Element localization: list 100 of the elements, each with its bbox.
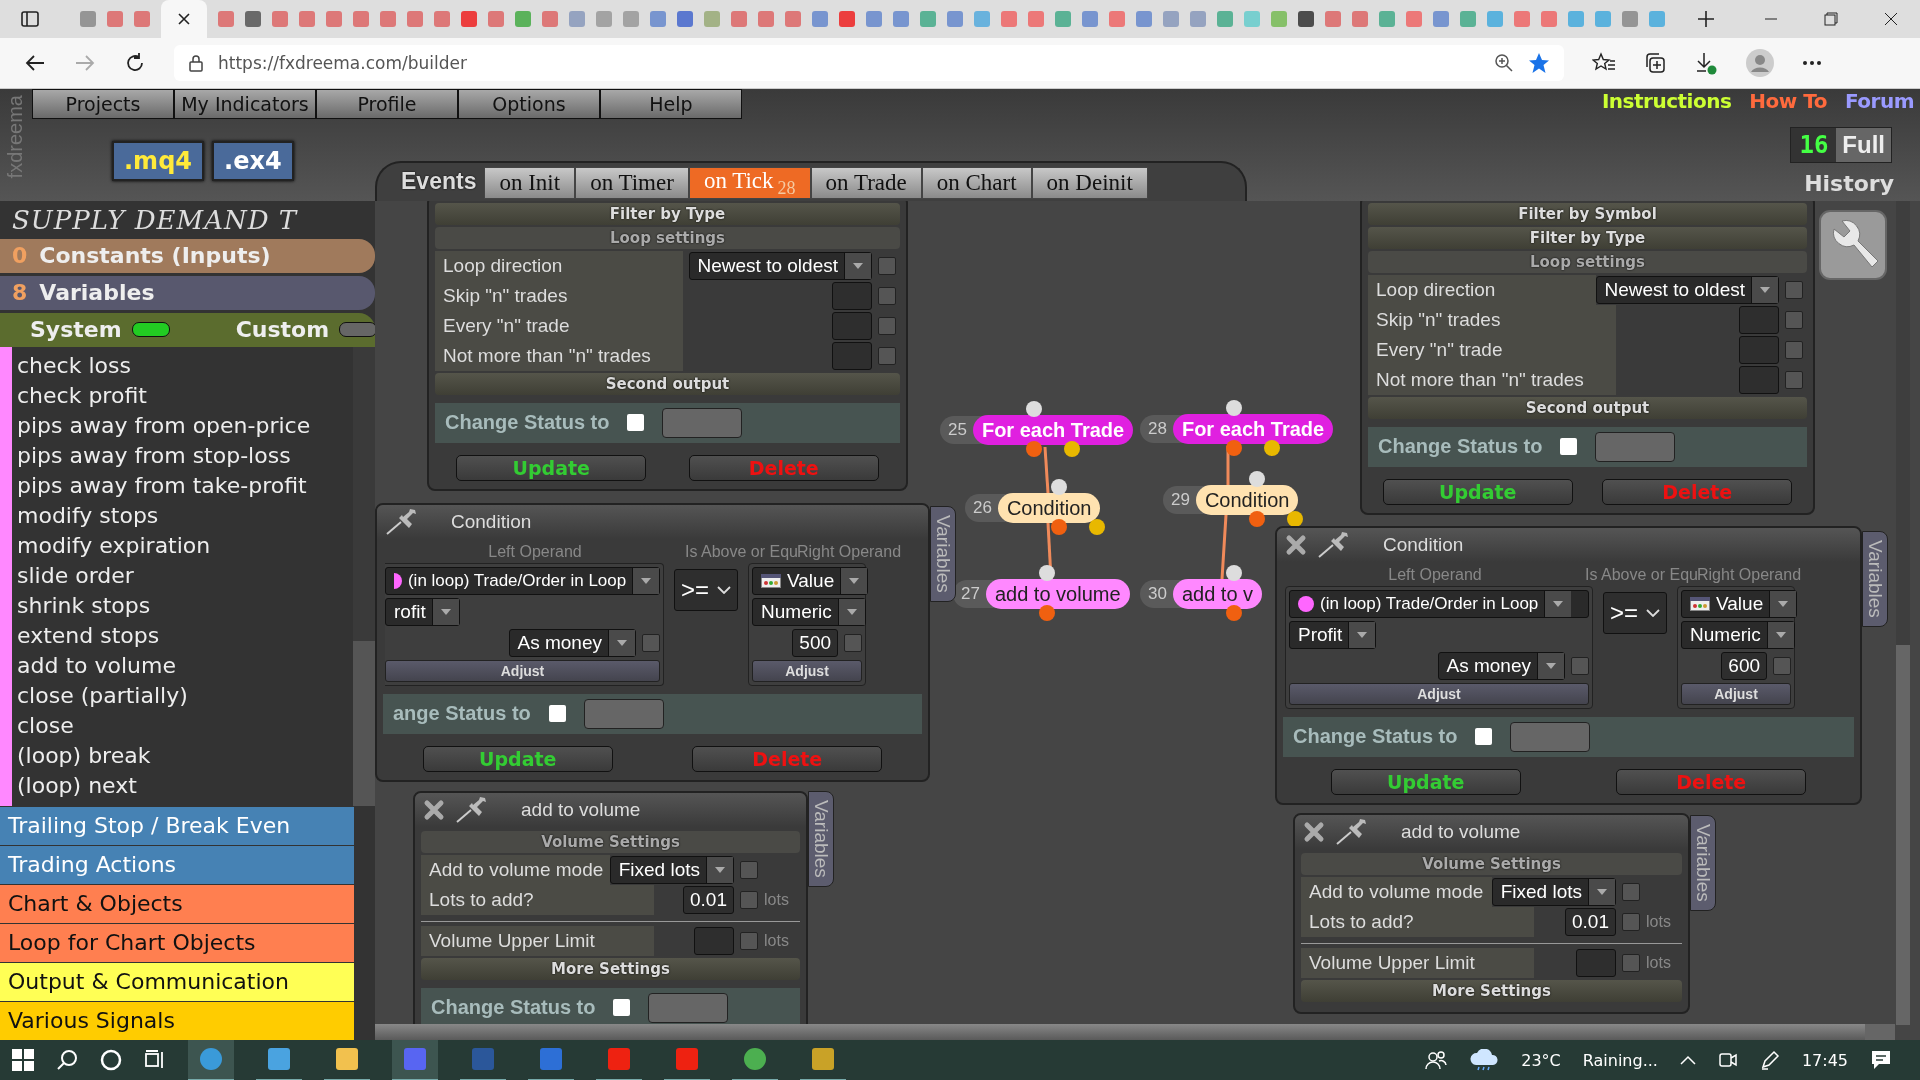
menu-button[interactable]: Options <box>458 88 600 119</box>
menu-button[interactable]: Projects <box>32 88 174 119</box>
dropdown[interactable]: Numeric <box>752 597 866 626</box>
menu-button[interactable]: Profile <box>316 88 458 119</box>
field-label: Not more than "n" trades <box>435 340 683 371</box>
history-link[interactable]: History <box>1804 170 1894 196</box>
history-toggle[interactable]: 16 Full <box>1790 126 1892 163</box>
event-tab[interactable]: on Trade <box>810 166 922 199</box>
block-item[interactable]: modify stops <box>17 500 353 531</box>
block-item[interactable]: close (partially) <box>17 680 353 711</box>
block-item[interactable]: slide order <box>17 560 353 591</box>
category-item[interactable]: Various Signals <box>0 1001 354 1040</box>
block-item[interactable]: check loss <box>17 350 353 381</box>
event-tab[interactable]: on Deinit <box>1031 166 1148 199</box>
dropdown[interactable]: As money <box>508 628 636 657</box>
value-field[interactable]: 0.01 <box>1565 907 1616 936</box>
clock-text[interactable]: 17:45 <box>1801 1050 1848 1070</box>
section-header[interactable]: Second output <box>435 372 900 395</box>
panel-button[interactable]: Update <box>1330 768 1521 795</box>
dropdown[interactable]: Newest to oldest <box>688 251 872 280</box>
adjust-button[interactable]: Adjust <box>752 659 863 682</box>
dropdown[interactable]: Newest to oldest <box>1595 275 1779 304</box>
field-label: Loop direction <box>1368 274 1596 305</box>
event-tab[interactable]: on Timer <box>575 166 689 199</box>
category-item[interactable]: Trailing Stop / Break Even <box>0 806 354 845</box>
block-item[interactable]: (loop) break <box>17 740 353 771</box>
field-label: Change Status to <box>1378 435 1543 459</box>
dropdown[interactable]: (in loop) Trade/Order in Loop <box>1289 589 1589 618</box>
event-tab[interactable]: on Init <box>484 166 576 199</box>
temperature-text[interactable]: 23°C <box>1521 1050 1561 1070</box>
section-header[interactable]: Filter by Type <box>435 202 900 225</box>
block-item[interactable]: close <box>17 710 353 741</box>
weather-text[interactable]: Raining... <box>1582 1050 1658 1070</box>
operator-dropdown[interactable]: >= <box>1603 591 1668 634</box>
dropdown[interactable]: rofit <box>385 597 460 626</box>
section-header[interactable]: Loop settings <box>435 226 900 249</box>
dropdown[interactable]: Value <box>752 566 869 595</box>
section-header[interactable]: Loop settings <box>1368 250 1807 273</box>
block-node[interactable]: add to v <box>1172 578 1263 609</box>
value-field[interactable]: 0.01 <box>683 885 734 914</box>
toggle-label: Custom <box>235 317 330 343</box>
section-header[interactable]: More Settings <box>421 957 800 980</box>
adjust-button[interactable]: Adjust <box>1681 682 1792 705</box>
header-link[interactable]: Instructions <box>1601 88 1732 113</box>
dropdown[interactable]: Profit <box>1289 620 1377 649</box>
adjust-button[interactable]: Adjust <box>385 659 660 682</box>
dropdown[interactable]: Fixed lots <box>1491 877 1616 906</box>
dropdown[interactable]: (in loop) Trade/Order in Loop <box>385 566 660 595</box>
value-field[interactable]: 500 <box>792 628 839 657</box>
export-button[interactable]: .ex4 <box>212 140 294 181</box>
menu-button[interactable]: Help <box>600 88 742 119</box>
dropdown[interactable]: Numeric <box>1681 620 1795 649</box>
category-item[interactable]: Trading Actions <box>0 845 354 884</box>
section-header[interactable]: More Settings <box>1301 979 1682 1002</box>
block-item[interactable]: add to volume <box>17 650 353 681</box>
field-label: Skip "n" trades <box>1368 304 1616 335</box>
panel-button[interactable]: Update <box>456 454 647 481</box>
field-label: Every "n" trade <box>435 310 683 341</box>
header-link[interactable]: Forum <box>1844 88 1914 113</box>
project-title: SUPPLY DEMAND T <box>11 203 299 237</box>
panel-button[interactable]: Update <box>422 745 613 772</box>
dropdown[interactable]: Fixed lots <box>609 855 734 884</box>
category-item[interactable]: Loop for Chart Objects <box>0 923 354 962</box>
section-header[interactable]: Filter by Symbol <box>1368 202 1807 225</box>
header-link[interactable]: How To <box>1749 88 1827 113</box>
block-item[interactable]: pips away from stop-loss <box>17 440 353 471</box>
value-field[interactable]: 600 <box>1721 651 1768 680</box>
block-node[interactable]: Condition <box>997 492 1101 523</box>
dropdown[interactable]: Value <box>1681 589 1798 618</box>
category-item[interactable]: Chart & Objects <box>0 884 354 923</box>
block-item[interactable]: shrink stops <box>17 590 353 621</box>
section-header[interactable]: Second output <box>1368 396 1807 419</box>
block-node[interactable]: For each Trade <box>1172 413 1334 444</box>
variables-header[interactable]: 8 Variables <box>0 275 375 310</box>
event-tab[interactable]: on Chart <box>921 166 1032 199</box>
section-header[interactable]: Volume Settings <box>421 830 800 853</box>
block-node[interactable]: For each Trade <box>972 414 1134 445</box>
block-node[interactable]: add to volume <box>985 578 1130 609</box>
block-item[interactable]: check profit <box>17 380 353 411</box>
field-label: Lots to add? <box>1301 906 1534 937</box>
block-item[interactable]: extend stops <box>17 620 353 651</box>
section-header[interactable]: Volume Settings <box>1301 852 1682 875</box>
category-item[interactable]: Output & Communication <box>0 962 354 1001</box>
adjust-button[interactable]: Adjust <box>1289 682 1589 705</box>
dropdown[interactable]: As money <box>1437 651 1565 680</box>
field-label: ange Status to <box>393 702 531 726</box>
section-header[interactable]: Filter by Type <box>1368 226 1807 249</box>
field-label: Every "n" trade <box>1368 334 1616 365</box>
menu-button[interactable]: My Indicators <box>174 88 316 119</box>
field-label: Volume Upper Limit <box>421 925 654 956</box>
block-item[interactable]: modify expiration <box>17 530 353 561</box>
panel-button[interactable]: Update <box>1382 478 1573 505</box>
block-item[interactable]: pips away from open-price <box>17 410 353 441</box>
address-field[interactable]: https://fxdreema.com/builder <box>174 44 1564 81</box>
block-item[interactable]: (loop) next <box>17 770 353 801</box>
panel-title: Condition <box>451 510 532 533</box>
block-node[interactable]: Condition <box>1195 484 1299 515</box>
operator-dropdown[interactable]: >= <box>674 568 739 611</box>
export-button[interactable]: .mq4 <box>112 140 204 181</box>
block-item[interactable]: pips away from take-profit <box>17 470 353 501</box>
